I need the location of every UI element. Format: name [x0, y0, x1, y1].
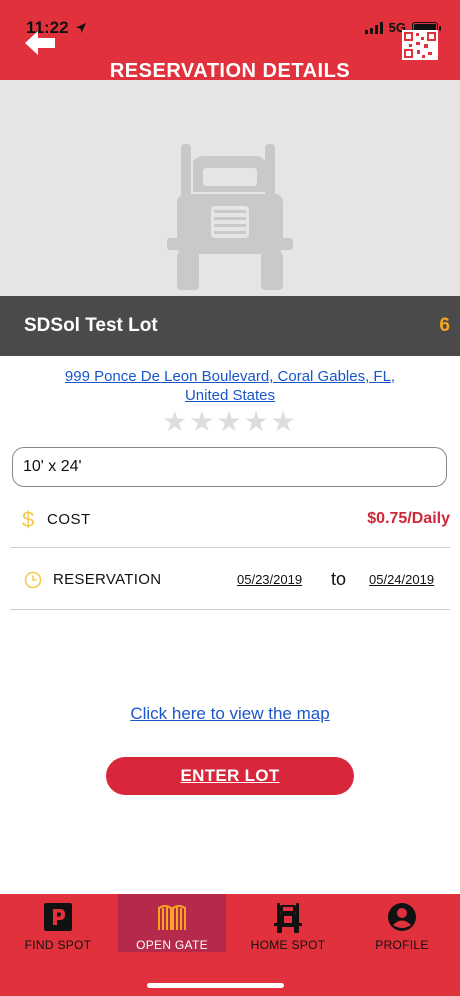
lot-count: 6 [439, 315, 450, 336]
address-line-2: United States [184, 387, 276, 404]
lot-title-bar: SDSol Test Lot 6 [0, 296, 460, 356]
parking-icon [44, 903, 72, 931]
cost-row: $ COST $0.75/Daily [10, 500, 450, 548]
tab-find-spot[interactable]: FIND SPOT [4, 894, 112, 952]
clock-icon [24, 571, 42, 589]
tab-home-spot[interactable]: HOME SPOT [234, 894, 342, 952]
cost-label: COST [47, 511, 91, 528]
home-indicator [147, 983, 284, 988]
back-button[interactable] [22, 28, 58, 58]
date-separator: to [331, 569, 347, 589]
reservation-row: RESERVATION 05/23/2019 to 05/24/2019 [10, 552, 450, 610]
lot-name: SDSol Test Lot [24, 315, 158, 336]
dollar-icon: $ [22, 507, 35, 532]
rating-stars: ★★★★★ [162, 406, 298, 437]
signal-icon [364, 21, 383, 34]
lot-address-link[interactable]: 999 Ponce De Leon Boulevard, Coral Gable… [30, 367, 430, 405]
qr-code-button[interactable] [402, 30, 438, 60]
qr-code-icon [402, 30, 438, 60]
bottom-tab-bar: FIND SPOT OPEN GATE HOME SPOT PROFILE [0, 894, 460, 996]
enter-lot-button[interactable]: ENTER LOT [106, 757, 354, 795]
reservation-end-date[interactable]: 05/24/2019 [369, 572, 434, 587]
reservation-label: RESERVATION [53, 571, 162, 588]
app-header: 11:22 5G RESERVATION DETAILS [0, 0, 460, 82]
back-arrow-icon [25, 31, 55, 55]
tab-label-home-spot: HOME SPOT [250, 938, 326, 952]
reservation-start-date[interactable]: 05/23/2019 [237, 572, 302, 587]
truck-icon [274, 903, 302, 933]
view-map-link[interactable]: Click here to view the map [0, 704, 460, 724]
spot-size-field[interactable] [12, 447, 447, 487]
tab-open-gate[interactable]: OPEN GATE [118, 894, 226, 952]
address-line-1: 999 Ponce De Leon Boulevard, Coral Gable… [64, 368, 396, 385]
profile-icon [388, 903, 416, 931]
lot-image [0, 80, 460, 296]
tab-label-open-gate: OPEN GATE [136, 938, 208, 952]
truck-icon [167, 144, 293, 290]
location-arrow-icon [75, 23, 86, 33]
gate-icon [158, 905, 186, 930]
tab-profile[interactable]: PROFILE [348, 894, 456, 952]
cost-value: $0.75/Daily [367, 510, 450, 527]
tab-label-find-spot: FIND SPOT [24, 938, 92, 952]
tab-label-profile: PROFILE [375, 938, 429, 952]
